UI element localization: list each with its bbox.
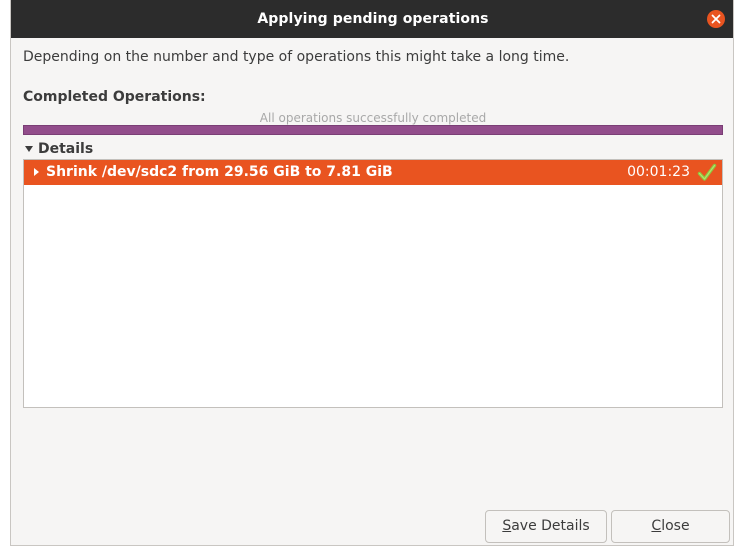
progress-bar — [23, 125, 723, 135]
applying-operations-dialog: Applying pending operations Depending on… — [10, 0, 734, 546]
operations-tree-view[interactable]: Shrink /dev/sdc2 from 29.56 GiB to 7.81 … — [23, 159, 723, 408]
operation-duration: 00:01:23 — [627, 164, 690, 180]
save-details-button[interactable]: Save Details — [485, 510, 607, 543]
progress-bar-fill — [24, 126, 722, 134]
details-expander[interactable]: Details — [25, 141, 93, 157]
window-title: Applying pending operations — [257, 11, 489, 27]
progress-status-text: All operations successfully completed — [259, 111, 487, 125]
close-mnemonic: C — [651, 518, 662, 534]
save-details-mnemonic: S — [502, 518, 512, 534]
operation-row[interactable]: Shrink /dev/sdc2 from 29.56 GiB to 7.81 … — [24, 160, 722, 185]
title-bar[interactable]: Applying pending operations — [11, 0, 733, 38]
details-label: Details — [38, 141, 94, 157]
close-button[interactable]: Close — [611, 510, 730, 543]
operation-label: Shrink /dev/sdc2 from 29.56 GiB to 7.81 … — [46, 164, 393, 180]
close-icon — [711, 14, 721, 24]
expander-arrow-down-icon — [25, 146, 33, 152]
window-close-button[interactable] — [707, 10, 725, 28]
completed-operations-label: Completed Operations: — [23, 89, 206, 105]
description-text: Depending on the number and type of oper… — [23, 49, 570, 65]
close-label: lose — [661, 518, 690, 534]
check-icon — [697, 163, 717, 181]
expander-arrow-right-icon[interactable] — [34, 168, 39, 176]
save-details-label: ave Details — [511, 518, 590, 534]
